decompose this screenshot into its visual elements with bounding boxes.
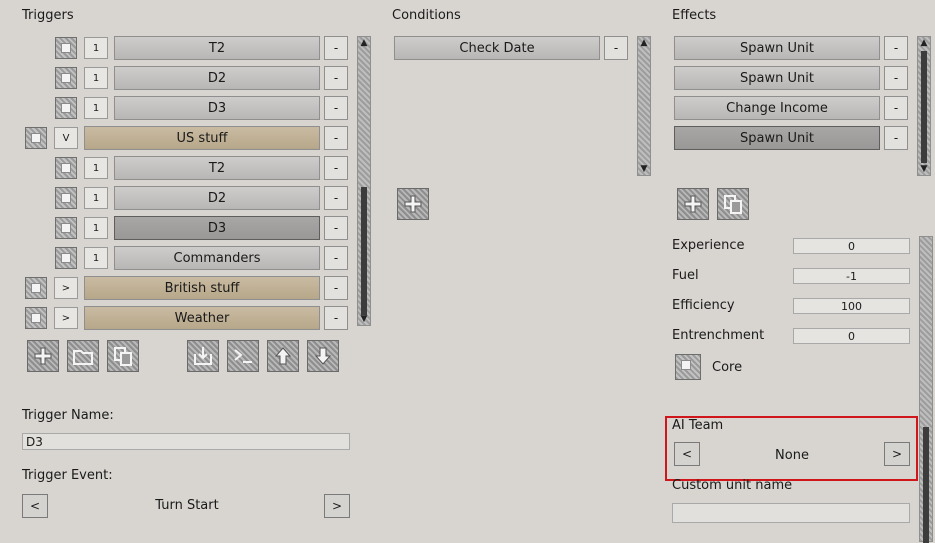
param-value-field[interactable]: 0	[793, 238, 910, 254]
param-label: Entrenchment	[672, 328, 765, 343]
custom-unit-name-label: Custom unit name	[672, 478, 793, 493]
param-row: Efficiency 100	[0, 298, 920, 318]
trigger-event-prev-button[interactable]: <	[22, 494, 48, 518]
trigger-event-next-button[interactable]: >	[324, 494, 350, 518]
param-value-field[interactable]: -1	[793, 268, 910, 284]
trigger-event-label: Trigger Event:	[22, 468, 113, 483]
trigger-name-label: Trigger Name:	[22, 408, 114, 423]
trigger-name-input[interactable]: D3	[22, 433, 350, 450]
param-value-field[interactable]: 100	[793, 298, 910, 314]
param-row: Fuel -1	[0, 268, 920, 288]
param-label: Fuel	[672, 268, 699, 283]
core-checkbox[interactable]	[675, 354, 701, 380]
ai-team-highlight-box	[665, 416, 918, 481]
scroll-up-arrow-icon[interactable]: ▲	[919, 38, 929, 48]
trigger-event-value: Turn Start	[155, 498, 219, 513]
effect-parameters: Experience 0 Fuel -1 Efficiency 100 Entrenchme…	[0, 0, 920, 350]
scroll-down-arrow-icon[interactable]: ▼	[919, 164, 929, 174]
param-value-field[interactable]: 0	[793, 328, 910, 344]
param-row: Experience 0	[0, 238, 920, 258]
parameters-scrollbar[interactable]	[919, 236, 933, 543]
param-label: Efficiency	[672, 298, 735, 313]
core-label: Core	[712, 360, 743, 375]
scrollbar-thumb[interactable]	[923, 427, 929, 543]
param-row: Entrenchment 0	[0, 328, 920, 348]
param-label: Experience	[672, 238, 745, 253]
scrollbar-thumb[interactable]	[921, 51, 927, 163]
custom-unit-name-input[interactable]	[672, 503, 910, 523]
